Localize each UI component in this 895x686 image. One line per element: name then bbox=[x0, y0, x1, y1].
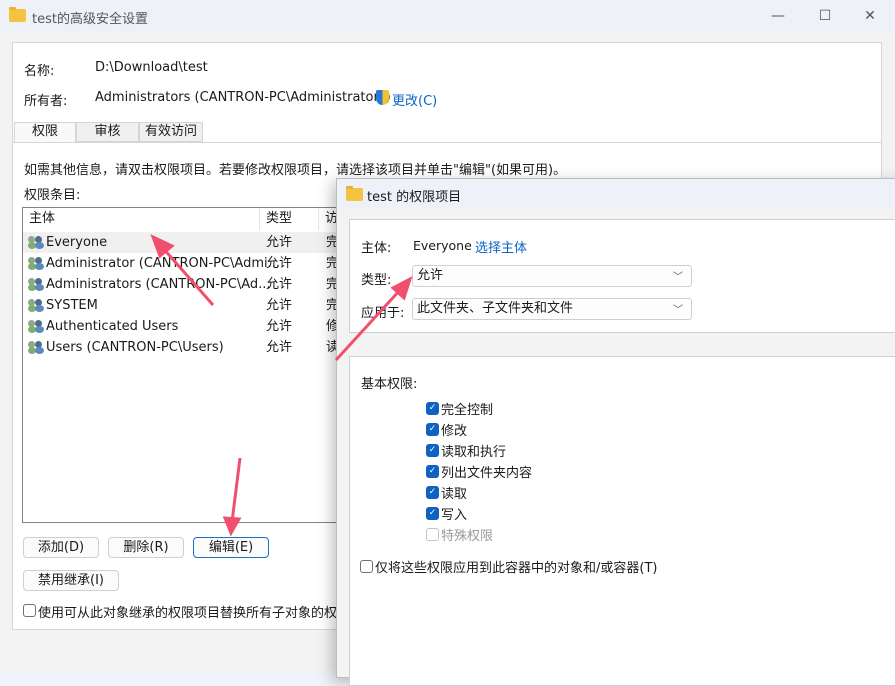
annotation-arrows bbox=[150, 234, 413, 537]
arrow-to-everyone bbox=[160, 246, 215, 306]
arrow-head bbox=[222, 516, 242, 537]
arrow-to-type bbox=[334, 288, 402, 362]
arrow-to-edit bbox=[230, 457, 242, 523]
